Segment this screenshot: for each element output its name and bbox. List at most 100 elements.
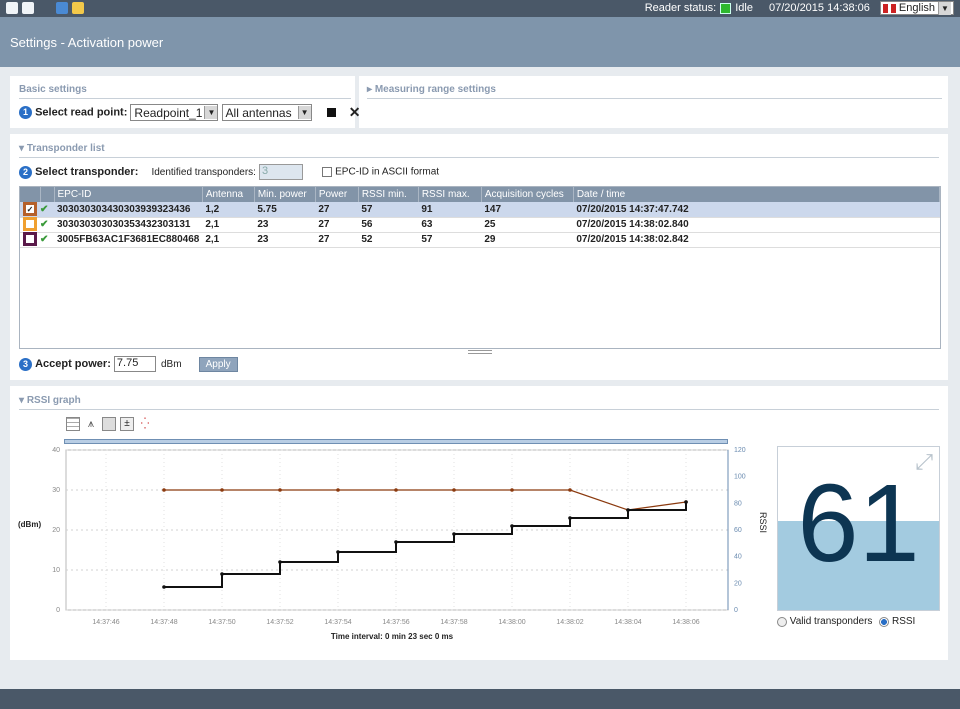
table-cell-power: 27 — [315, 217, 359, 233]
chevron-down-icon: ▾ — [19, 395, 27, 406]
x-tick-label: 14:38:06 — [672, 619, 699, 626]
resize-handle[interactable] — [468, 350, 492, 354]
transponder-list-heading[interactable]: ▾ Transponder list — [19, 143, 105, 154]
column-header-datetime[interactable]: Date / time — [573, 187, 941, 202]
chevron-right-icon: ▸ — [367, 84, 375, 95]
table-row[interactable]: ✔ 303030303030353432303131 2,1 23 27 56 63 25 07… — [20, 217, 940, 233]
apply-button[interactable]: Apply — [198, 356, 238, 372]
data-point — [394, 488, 398, 492]
stop-icon[interactable] — [326, 108, 336, 117]
select-read-point-label: Select read point: — [35, 106, 128, 119]
status-column-header — [40, 187, 55, 202]
zoom-icon[interactable]: ± — [120, 417, 134, 431]
transponder-list-panel: ▾ Transponder list 2 Select transponder:… — [10, 134, 948, 380]
column-header-min-power[interactable]: Min. power — [254, 187, 316, 202]
chevron-down-icon: ▼ — [204, 106, 218, 119]
divider — [19, 157, 939, 158]
table-row[interactable]: ✔ 3005FB63AC1F3681EC880468 2,1 23 27 52 57 29 07… — [20, 232, 940, 248]
measuring-range-label: Measuring range settings — [374, 84, 496, 95]
table-cell-min-power: 23 — [254, 232, 316, 248]
column-header-cycles[interactable]: Acquisition cycles — [481, 187, 574, 202]
step-2-badge: 2 — [19, 165, 32, 179]
measuring-range-panel: ▸ Measuring range settings — [359, 76, 948, 128]
rssi-gauge: ⤢ 61 — [777, 446, 940, 611]
table-cell-rssi-max: 63 — [418, 217, 482, 233]
ascii-format-checkbox[interactable] — [322, 167, 333, 177]
accept-power-unit: dBm — [160, 358, 182, 370]
data-point — [278, 560, 282, 564]
antenna-select[interactable]: All antennas ▼ — [221, 104, 312, 121]
row-select-checkbox[interactable] — [23, 232, 37, 247]
rssi-graph-heading[interactable]: ▾ RSSI graph — [19, 395, 81, 406]
table-cell-epc: 303030303030353432303131 — [54, 217, 203, 233]
top-toolbar: Reader status: Idle 07/20/2015 14:38:06 … — [0, 0, 960, 17]
column-header-antenna[interactable]: Antenna — [202, 187, 255, 202]
read-point-value: Readpoint_1 — [134, 105, 203, 120]
data-point — [452, 532, 456, 536]
y-left-tick-label: 30 — [52, 487, 60, 494]
export-icon[interactable] — [22, 2, 34, 14]
valid-transponders-radio[interactable] — [777, 616, 787, 627]
rssi-radio-label: RSSI — [892, 616, 916, 627]
divider — [367, 98, 942, 99]
basic-settings-heading[interactable]: Basic settings — [19, 84, 87, 95]
table-cell-rssi-min: 57 — [358, 202, 419, 218]
bottom-bar — [0, 689, 960, 709]
table-cell-epc: 303030303430303939323436 — [54, 202, 203, 218]
y-left-tick-label: 20 — [52, 527, 60, 534]
checkmark-icon: ✔ — [40, 219, 49, 230]
column-header-rssi-max[interactable]: RSSI max. — [418, 187, 482, 202]
accept-power-input[interactable]: 7.75 — [113, 356, 156, 372]
data-point — [394, 540, 398, 544]
data-point — [452, 488, 456, 492]
reader-status-value: Idle — [735, 2, 753, 14]
y-right-tick-label: 80 — [734, 500, 742, 507]
grid-icon[interactable] — [66, 417, 80, 431]
divider — [19, 98, 351, 99]
status-led-icon — [720, 2, 732, 14]
table-cell-epc: 3005FB63AC1F3681EC880468 — [54, 232, 203, 248]
table-cell-datetime: 07/20/2015 14:38:02.842 — [573, 232, 940, 248]
x-tick-label: 14:37:58 — [440, 619, 467, 626]
row-select-checkbox[interactable] — [23, 217, 37, 232]
table-cell-rssi-min: 52 — [358, 232, 419, 248]
rssi-radio[interactable] — [879, 616, 890, 627]
image-export-icon[interactable] — [102, 417, 116, 431]
datetime-display: 07/20/2015 14:38:06 — [768, 2, 870, 14]
column-header-rssi-min[interactable]: RSSI min. — [358, 187, 419, 202]
x-tick-label: 14:37:54 — [324, 619, 351, 626]
title-bar: Settings - Activation power — [0, 17, 960, 67]
rssi-graph-panel: ▾ RSSI graph ⩚ ± ⁛ 40 30 20 10 0 120 100 80 60 40… — [10, 386, 948, 660]
column-header-epc[interactable]: EPC-ID — [54, 187, 203, 202]
graph-toolbar: ⩚ ± ⁛ — [66, 417, 152, 431]
y-left-tick-label: 40 — [52, 447, 60, 454]
read-point-row: 1 Select read point: Readpoint_1 ▼ All a… — [19, 104, 360, 121]
data-point — [510, 488, 514, 492]
select-transponder-label: Select transponder: — [35, 166, 139, 178]
color-column-header — [20, 187, 41, 202]
x-tick-label: 14:38:04 — [614, 619, 641, 626]
table-cell-datetime: 07/20/2015 14:38:02.840 — [573, 217, 940, 233]
page-title: Settings - Activation power — [10, 35, 164, 50]
open-file-icon[interactable] — [72, 2, 84, 14]
identified-count-field: 3 — [259, 164, 304, 180]
save-icon[interactable] — [56, 2, 68, 14]
import-icon[interactable] — [6, 2, 18, 14]
row-select-checkbox[interactable]: ✓ — [23, 202, 37, 217]
peak-icon[interactable]: ⩚ — [84, 417, 98, 431]
y-right-tick-label: 0 — [734, 607, 738, 614]
column-header-power[interactable]: Power — [315, 187, 359, 202]
table-cell-min-power: 5.75 — [254, 202, 316, 218]
x-tick-label: 14:38:00 — [498, 619, 525, 626]
data-point — [684, 500, 688, 504]
read-point-select[interactable]: Readpoint_1 ▼ — [130, 104, 219, 121]
measuring-range-heading[interactable]: ▸ Measuring range settings — [367, 84, 496, 95]
data-point — [336, 488, 340, 492]
accept-power-row: 3 Accept power: 7.75 dBm Apply — [19, 356, 238, 372]
table-row[interactable]: ✓ ✔ 303030303430303939323436 1,2 5.75 27 57 91 1… — [20, 202, 940, 218]
y-right-tick-label: 20 — [734, 580, 742, 587]
y-right-tick-label: 60 — [734, 527, 742, 534]
language-select[interactable]: English ▼ — [879, 1, 954, 15]
scatter-icon[interactable]: ⁛ — [138, 417, 152, 431]
data-point — [568, 488, 572, 492]
